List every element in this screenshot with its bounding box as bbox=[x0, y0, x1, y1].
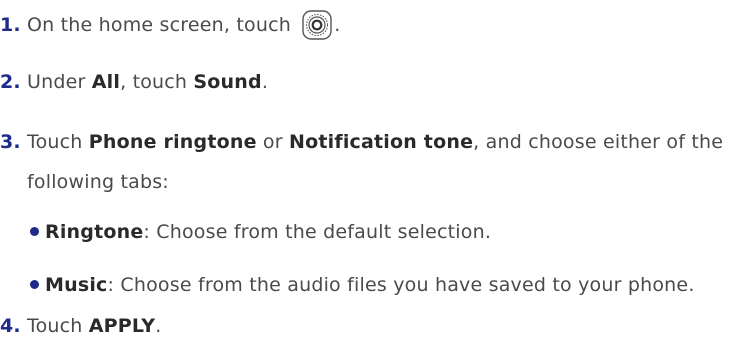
step-3-continuation: following tabs: bbox=[27, 170, 169, 194]
step-text: . bbox=[155, 315, 162, 337]
settings-icon bbox=[302, 10, 332, 40]
bullet-icon bbox=[30, 227, 39, 236]
step-bold-apply: APPLY bbox=[88, 315, 156, 337]
bullet-bold: Music bbox=[45, 274, 108, 296]
bullet-ringtone: Ringtone: Choose from the default select… bbox=[30, 220, 491, 244]
step-number: 1. bbox=[0, 14, 21, 36]
step-text: . bbox=[261, 71, 269, 93]
step-text: or bbox=[256, 131, 289, 153]
step-text-end: . bbox=[334, 14, 341, 36]
step-text: Under bbox=[27, 71, 92, 93]
step-4: 4. Touch APPLY. bbox=[0, 314, 162, 338]
step-bold-all: All bbox=[91, 71, 121, 93]
step-1: 1. On the home screen, touch . bbox=[0, 10, 341, 40]
step-number: 4. bbox=[0, 315, 21, 337]
step-text: , and choose either of the bbox=[473, 131, 724, 153]
step-2: 2. Under All, touch Sound. bbox=[0, 70, 268, 94]
step-number: 2. bbox=[0, 71, 21, 93]
step-bold-sound: Sound bbox=[193, 71, 262, 93]
bullet-bold: Ringtone bbox=[45, 221, 144, 243]
step-text: On the home screen, touch bbox=[27, 14, 292, 36]
bullet-text: : Choose from the default selection. bbox=[143, 221, 492, 243]
step-text: following tabs: bbox=[27, 171, 169, 193]
step-bold-phone-ringtone: Phone ringtone bbox=[88, 131, 257, 153]
bullet-text: : Choose from the audio files you have s… bbox=[107, 274, 695, 296]
step-text: Touch bbox=[27, 131, 89, 153]
step-number: 3. bbox=[0, 131, 21, 153]
bullet-icon bbox=[30, 280, 39, 289]
instruction-document: 1. On the home screen, touch . 2. Under Al… bbox=[0, 0, 756, 345]
step-3: 3. Touch Phone ringtone or Notification t… bbox=[0, 130, 723, 154]
step-text: , touch bbox=[120, 71, 194, 93]
step-text: Touch bbox=[27, 315, 89, 337]
bullet-music: Music: Choose from the audio files you h… bbox=[30, 273, 695, 297]
step-bold-notification-tone: Notification tone bbox=[289, 131, 474, 153]
